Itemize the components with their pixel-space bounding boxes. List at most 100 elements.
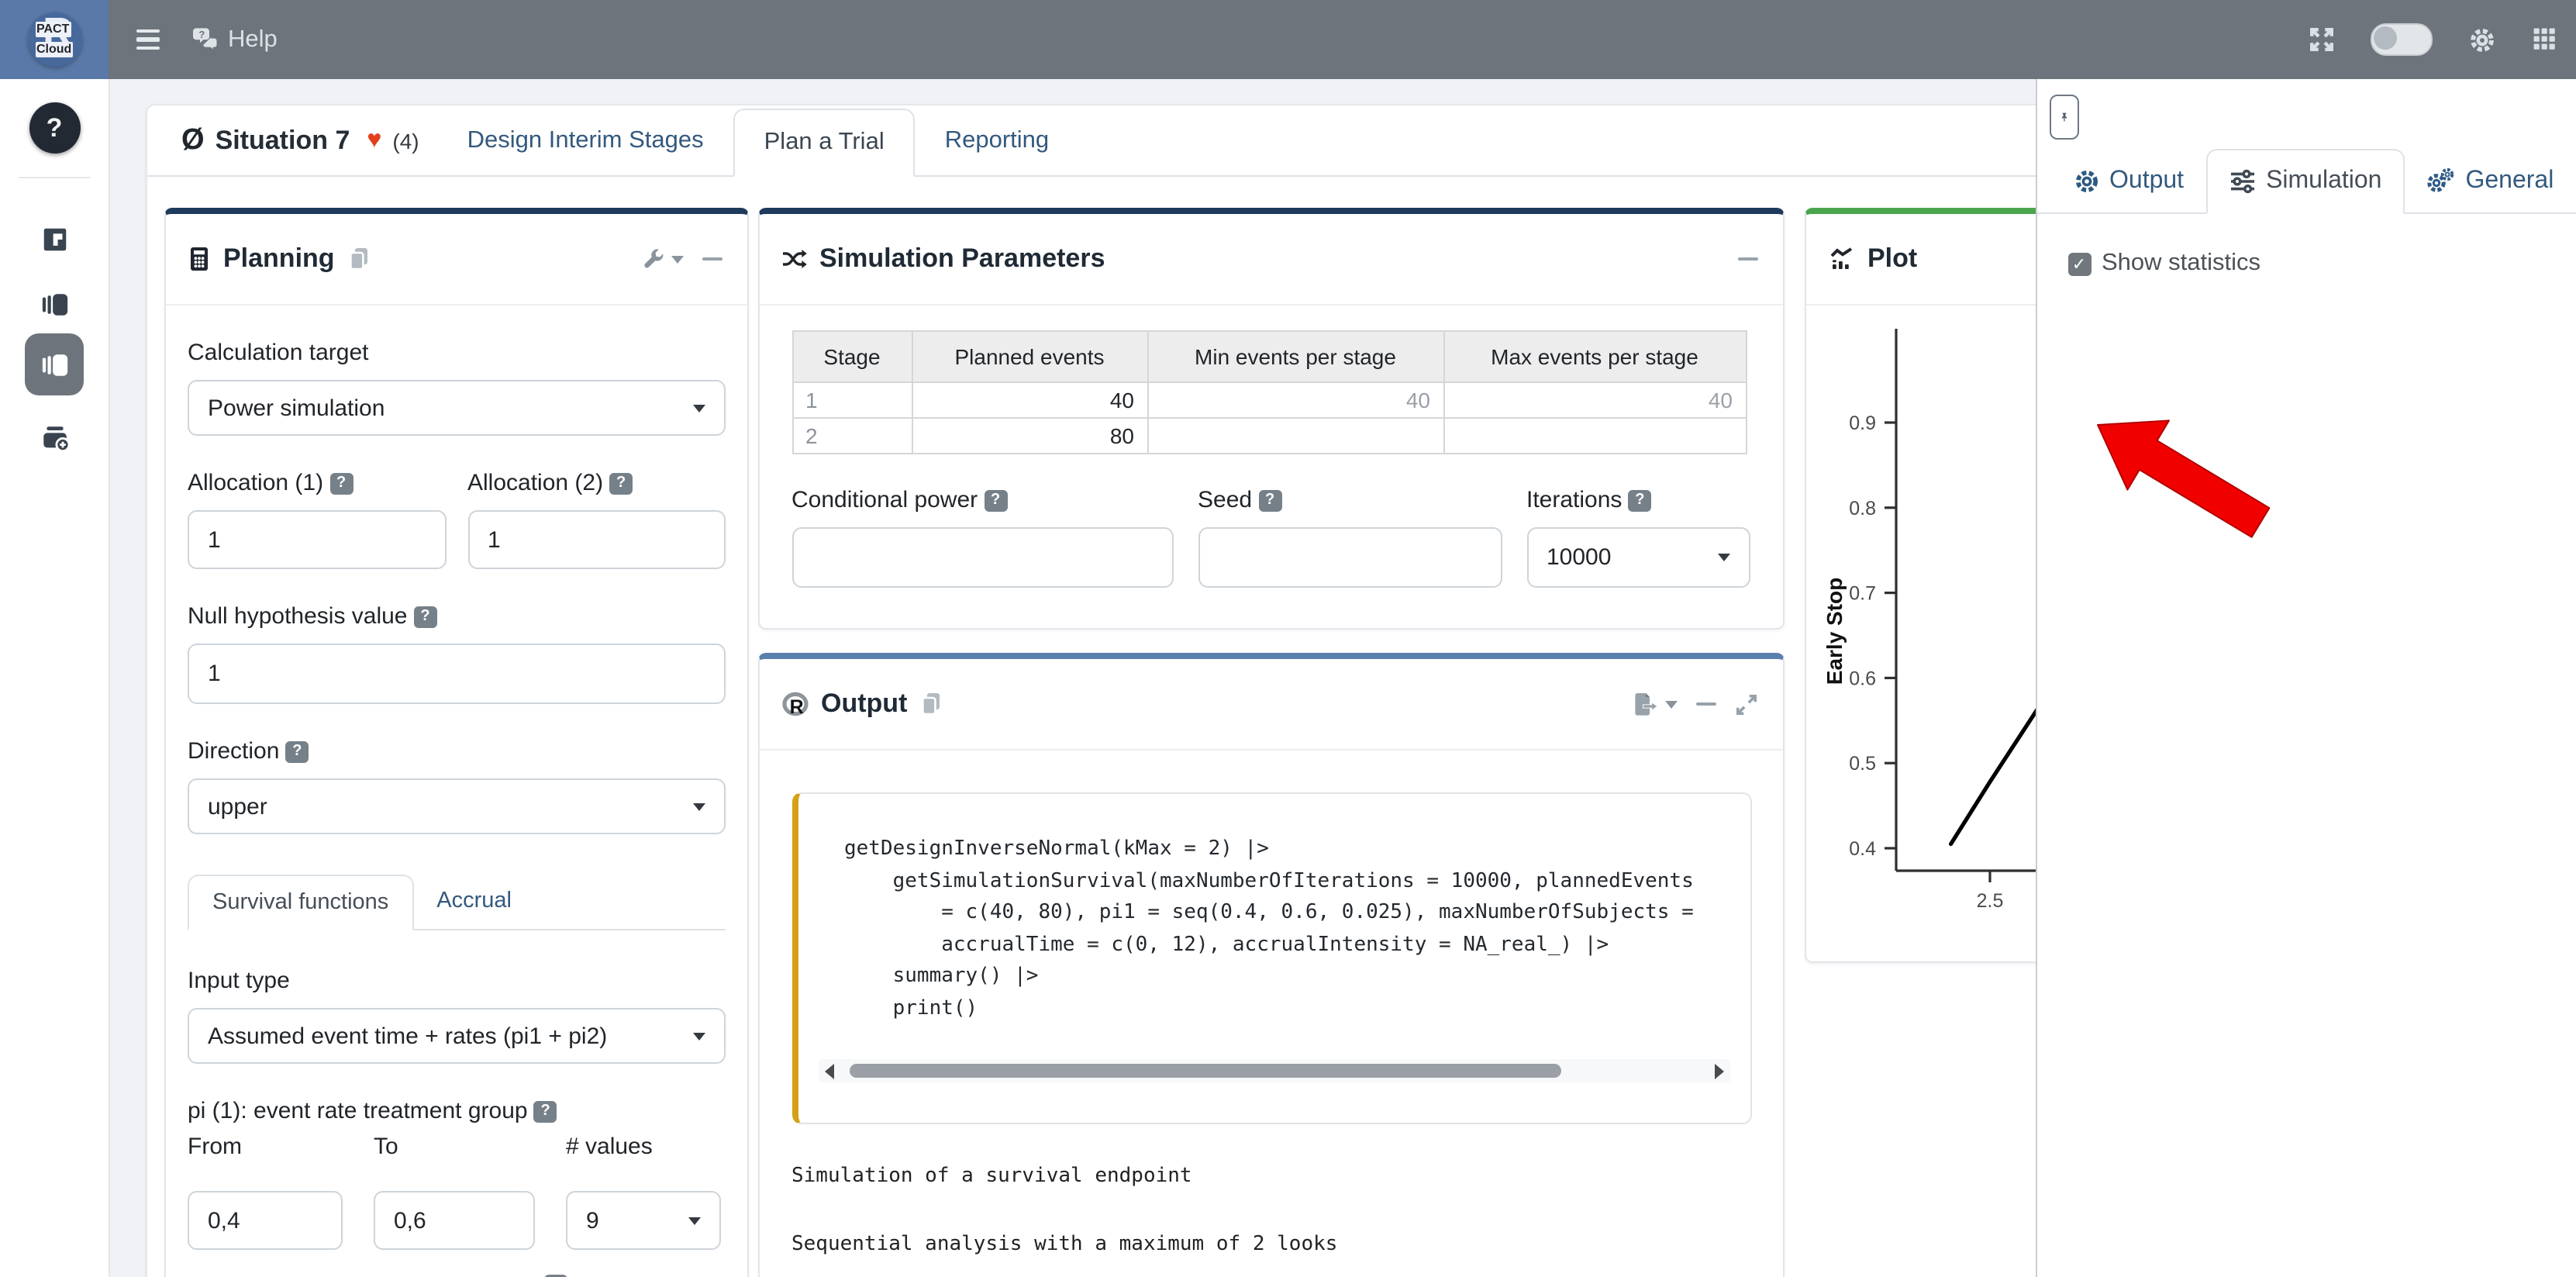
allocation1-field[interactable]: 1 (188, 510, 446, 569)
direction-label: Direction? (188, 738, 726, 764)
cell-planned-events[interactable]: 80 (912, 418, 1147, 454)
help-menu[interactable]: ? Help (191, 26, 278, 53)
help-badge[interactable]: ? (1628, 490, 1651, 512)
table-row: 2 80 (792, 418, 1746, 454)
plot-title: Plot (1867, 243, 1917, 274)
simparams-collapse-button[interactable] (1734, 254, 1760, 264)
sidebar-item-dashboard[interactable] (25, 209, 84, 268)
cell-min-events[interactable]: 40 (1147, 382, 1443, 418)
output-collapse-button[interactable] (1692, 699, 1719, 709)
to-field[interactable]: 0,6 (374, 1191, 535, 1250)
toggle-knob (2373, 26, 2396, 50)
output-body: getDesignInverseNormal(kMax = 2) |> getS… (759, 751, 1782, 1277)
conditional-power-field[interactable] (791, 527, 1173, 588)
output-panel: R Output (757, 653, 1784, 1277)
cell-min-events[interactable] (1147, 418, 1443, 454)
planning-subtabs: Survival functions Accrual (188, 875, 726, 930)
help-badge[interactable]: ? (534, 1101, 557, 1123)
rpact-cloud-logo-icon: R PACT Cloud (27, 12, 81, 67)
help-badge[interactable]: ? (609, 473, 633, 495)
sidebar-toggle-button[interactable] (130, 22, 166, 56)
theme-toggle[interactable] (2370, 23, 2432, 56)
cell-planned-events[interactable]: 40 (912, 382, 1147, 418)
copy-icon[interactable] (919, 692, 944, 716)
drawer-body: ✓ Show statistics (2036, 212, 2576, 1277)
input-type-select[interactable]: Assumed event time + rates (pi1 + pi2) (188, 1008, 726, 1064)
sidebar-item-add-collection[interactable] (25, 408, 84, 467)
avatar[interactable]: ? (29, 102, 80, 154)
subtab-accrual[interactable]: Accrual (413, 875, 535, 929)
help-badge[interactable]: ? (1258, 490, 1281, 512)
iterations-label: Iterations? (1526, 487, 1750, 513)
r-code: getDesignInverseNormal(kMax = 2) |> getS… (798, 794, 1750, 1025)
cell-stage: 2 (792, 418, 912, 454)
drawer-tab-simulation[interactable]: Simulation (2205, 149, 2405, 214)
tab-plan-a-trial[interactable]: Plan a Trial (733, 109, 916, 177)
planning-body: Calculation target Power simulation Allo… (166, 305, 747, 1272)
situation-title: Situation 7 (216, 125, 350, 156)
app-root: R PACT Cloud ? Help (0, 0, 2576, 1277)
help-chat-icon: ? (191, 26, 220, 53)
seed-field[interactable] (1198, 527, 1502, 588)
drawer-tab-output[interactable]: Output (2052, 149, 2205, 212)
output-header: R Output (759, 659, 1782, 751)
gears-icon (2426, 167, 2454, 194)
conditional-power-label: Conditional power? (791, 487, 1173, 513)
col-header-planned-events: Planned events (912, 331, 1147, 382)
tab-reporting[interactable]: Reporting (916, 105, 1078, 175)
scrollbar-thumb[interactable] (849, 1064, 1560, 1078)
logo-text-top: PACT (35, 22, 71, 37)
result-line: Simulation of a survival endpoint (791, 1165, 1751, 1189)
copy-icon[interactable] (347, 247, 372, 271)
cell-max-events[interactable]: 40 (1443, 382, 1746, 418)
export-button[interactable] (1629, 689, 1680, 720)
subtab-survival-functions[interactable]: Survival functions (188, 875, 413, 930)
svg-text:0.7: 0.7 (1848, 583, 1875, 605)
app-logo[interactable]: R PACT Cloud (0, 0, 109, 79)
collection-add-icon (40, 423, 69, 452)
minus-icon (1695, 702, 1716, 706)
direction-select[interactable]: upper (188, 778, 726, 834)
sidebar-item-designs[interactable] (25, 274, 84, 333)
drawer-tab-general[interactable]: General (2405, 149, 2575, 212)
settings-gear-icon[interactable] (2467, 26, 2495, 53)
situation-header: Ø Situation 7 ♥ (4) (147, 105, 419, 175)
main-tabs: Design Interim Stages Plan a Trial Repor… (438, 105, 1079, 175)
grid-menu-icon[interactable] (2531, 26, 2557, 53)
cell-max-events[interactable] (1443, 418, 1746, 454)
card-panel-active-icon (40, 350, 69, 379)
null-hypothesis-field[interactable]: 1 (188, 644, 726, 704)
annotation-arrow-icon (2080, 411, 2297, 554)
calculation-target-select[interactable]: Power simulation (188, 380, 726, 436)
help-badge[interactable]: ? (984, 490, 1007, 512)
sidebar-divider (19, 177, 90, 178)
scrollbar-track[interactable] (840, 1064, 1708, 1078)
num-values-select[interactable]: 9 (566, 1191, 721, 1250)
pin-drawer-button[interactable] (2049, 95, 2078, 140)
output-expand-button[interactable] (1731, 689, 1760, 719)
tab-design-interim-stages[interactable]: Design Interim Stages (438, 105, 733, 175)
show-statistics-checkbox[interactable]: ✓ (2067, 252, 2091, 275)
page-tab-bar: Ø Situation 7 ♥ (4) Design Interim Stage… (147, 105, 2051, 177)
help-badge[interactable]: ? (285, 741, 309, 763)
r-code-block[interactable]: getDesignInverseNormal(kMax = 2) |> getS… (791, 792, 1751, 1124)
from-field[interactable]: 0,4 (188, 1191, 343, 1250)
allocation2-field[interactable]: 1 (467, 510, 726, 569)
fullscreen-icon[interactable] (2308, 26, 2334, 53)
sliders-icon (2229, 169, 2255, 194)
allocation2-label: Allocation (2)? (467, 470, 726, 496)
scroll-right-icon[interactable] (1714, 1063, 1723, 1079)
shuffle-icon (781, 247, 807, 271)
help-badge[interactable]: ? (329, 473, 353, 495)
planning-tools-button[interactable] (639, 244, 687, 274)
favorite-heart-icon[interactable]: ♥ (367, 126, 381, 154)
seed-label: Seed? (1198, 487, 1502, 513)
iterations-select[interactable]: 10000 (1526, 527, 1750, 588)
sidebar-item-situations[interactable] (25, 333, 84, 395)
horizontal-scrollbar[interactable] (818, 1059, 1729, 1082)
planning-collapse-button[interactable] (699, 254, 726, 264)
num-values-label: # values (566, 1134, 721, 1160)
scroll-left-icon[interactable] (824, 1063, 833, 1079)
help-badge[interactable]: ? (414, 606, 437, 628)
avatar-glyph: ? (47, 112, 63, 143)
